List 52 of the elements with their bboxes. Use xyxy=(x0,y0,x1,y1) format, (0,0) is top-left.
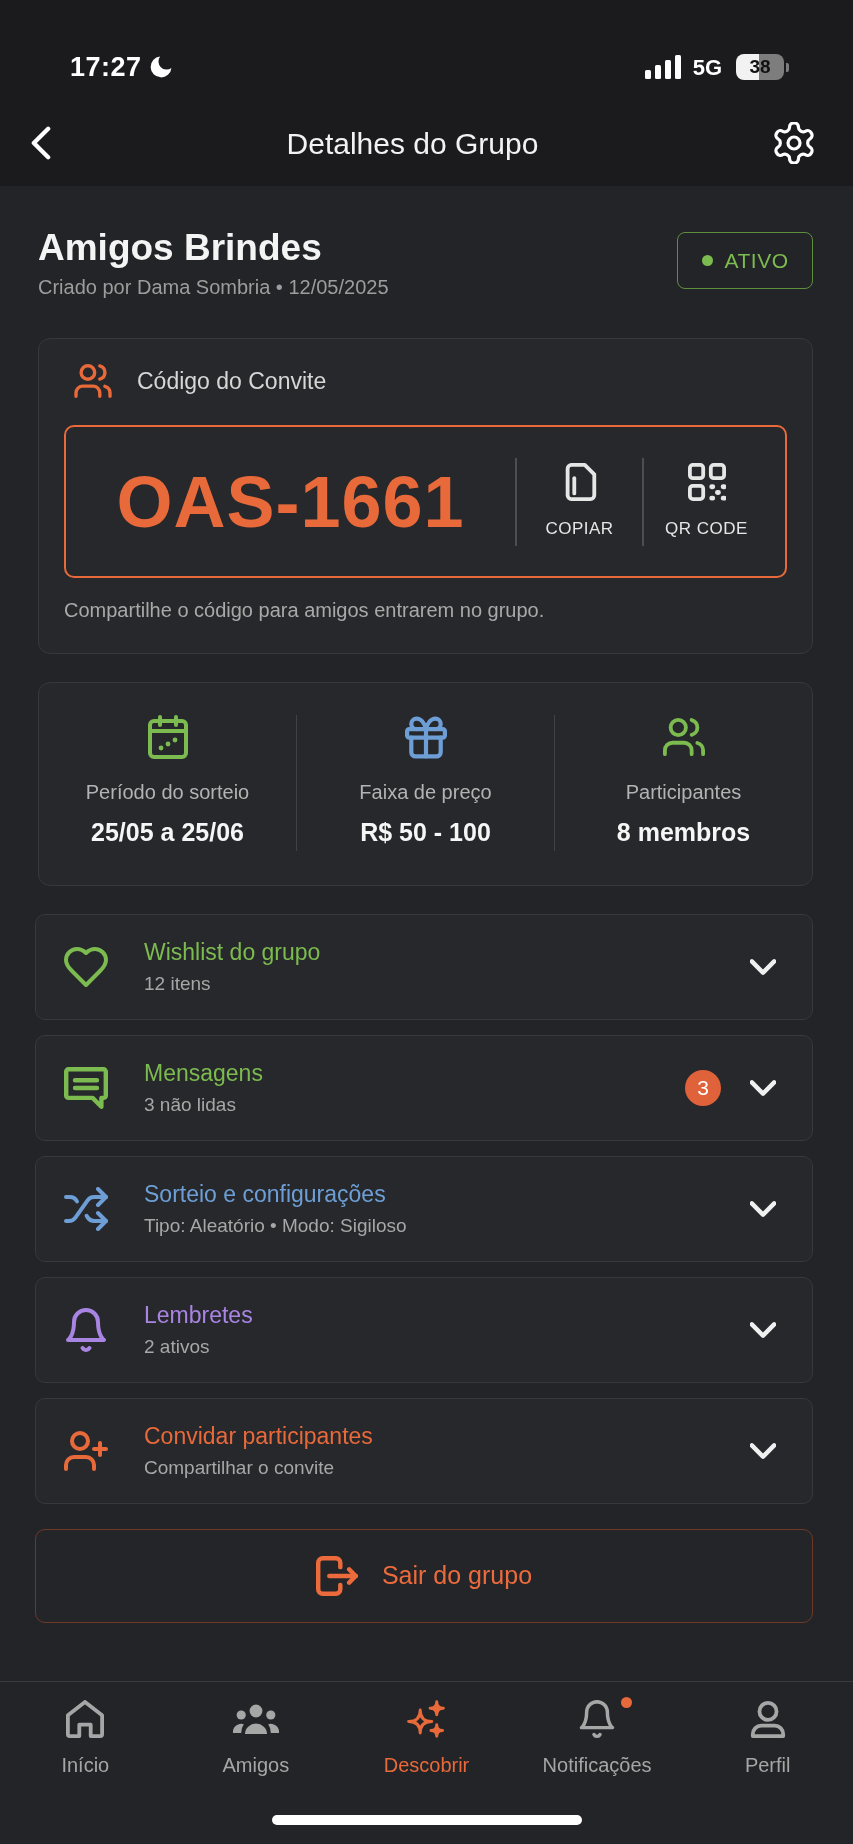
status-time: 17:27 xyxy=(70,50,142,84)
group-meta: Criado por Dama Sombria • 12/05/2025 xyxy=(38,275,389,300)
section-title: Sorteio e configurações xyxy=(144,1180,387,1208)
qr-code-icon xyxy=(687,461,726,502)
section-title: Lembretes xyxy=(144,1301,254,1329)
screen-title: Detalhes do Grupo xyxy=(286,125,539,162)
bell-icon xyxy=(578,1700,617,1738)
section-title: Wishlist do grupo xyxy=(144,938,322,966)
section-subtitle: 3 não lidas xyxy=(144,1093,237,1117)
section-title: Mensagens xyxy=(144,1059,264,1087)
nav-tab[interactable]: Notificações xyxy=(511,1699,683,1777)
people-group-icon xyxy=(230,1704,281,1734)
copy-button[interactable]: COPIAR xyxy=(517,461,642,542)
people-icon xyxy=(73,364,113,398)
moon-icon xyxy=(149,56,172,78)
stat-value: R$ 50 - 100 xyxy=(360,817,491,847)
stat-label: Faixa de preço xyxy=(359,780,492,805)
invite-hint: Compartilhe o código para amigos entrarem no grupo. xyxy=(64,598,546,623)
section-subtitle: Tipo: Aleatório • Modo: Sigiloso xyxy=(144,1214,408,1238)
nav-tab[interactable]: Amigos xyxy=(170,1699,342,1777)
nav-tab[interactable]: Início xyxy=(0,1699,171,1777)
nav-tab[interactable]: Descobrir xyxy=(341,1699,512,1777)
stat-value: 25/05 a 25/06 xyxy=(91,817,244,847)
logout-icon xyxy=(315,1554,358,1598)
section-subtitle: Compartilhar o convite xyxy=(144,1456,336,1480)
invite-code: OAS-1661 xyxy=(116,461,465,542)
section-title: Convidar participantes xyxy=(144,1422,374,1450)
section-subtitle: 12 itens xyxy=(144,972,212,996)
accordion-item[interactable]: Sorteio e configurações Tipo: Aleatório • Modo: Sigiloso xyxy=(35,1156,813,1262)
settings-icon xyxy=(773,122,815,164)
section-subtitle: 2 ativos xyxy=(144,1335,211,1359)
accordion-item[interactable]: Wishlist do grupo 12 itens xyxy=(35,914,813,1020)
nav-tab[interactable]: Perfil xyxy=(682,1699,853,1777)
group-name: Amigos Brindes xyxy=(38,226,323,270)
stat-value: 8 membros xyxy=(616,817,751,847)
unread-count-badge: 3 xyxy=(685,1070,721,1106)
stat-label: Participantes xyxy=(625,780,742,805)
signal-icon xyxy=(644,55,681,79)
home-icon xyxy=(66,1700,105,1738)
qr-code-button[interactable]: QR CODE xyxy=(644,461,769,542)
stat-label: Período do sorteio xyxy=(85,780,250,805)
status-label: ATIVO xyxy=(724,247,789,274)
sparkle-icon xyxy=(407,1700,446,1738)
back-icon xyxy=(30,126,52,160)
person-icon xyxy=(748,1700,787,1738)
invite-title: Código do Convite xyxy=(137,366,327,396)
accordion-item[interactable]: Mensagens 3 não lidas 3 xyxy=(35,1035,813,1141)
status-dot-icon xyxy=(701,255,713,266)
accordion-item[interactable]: Lembretes 2 ativos xyxy=(35,1277,813,1383)
leave-group-button[interactable]: Sair do grupo xyxy=(35,1529,813,1623)
accordion-item[interactable]: Convidar participantes Compartilhar o convite xyxy=(35,1398,813,1504)
network-label: 5G xyxy=(692,53,722,82)
